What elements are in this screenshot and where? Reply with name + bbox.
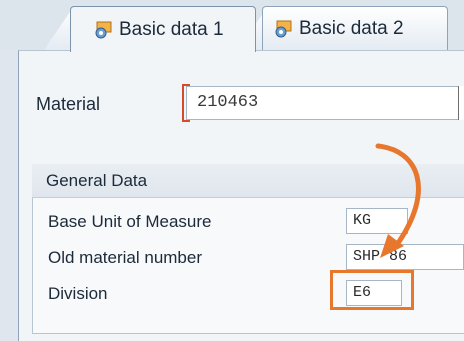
document-folder-icon bbox=[93, 21, 115, 39]
tab-label: Basic data 1 bbox=[119, 18, 224, 40]
tab-basic-data-1[interactable]: Basic data 1 bbox=[70, 6, 256, 52]
